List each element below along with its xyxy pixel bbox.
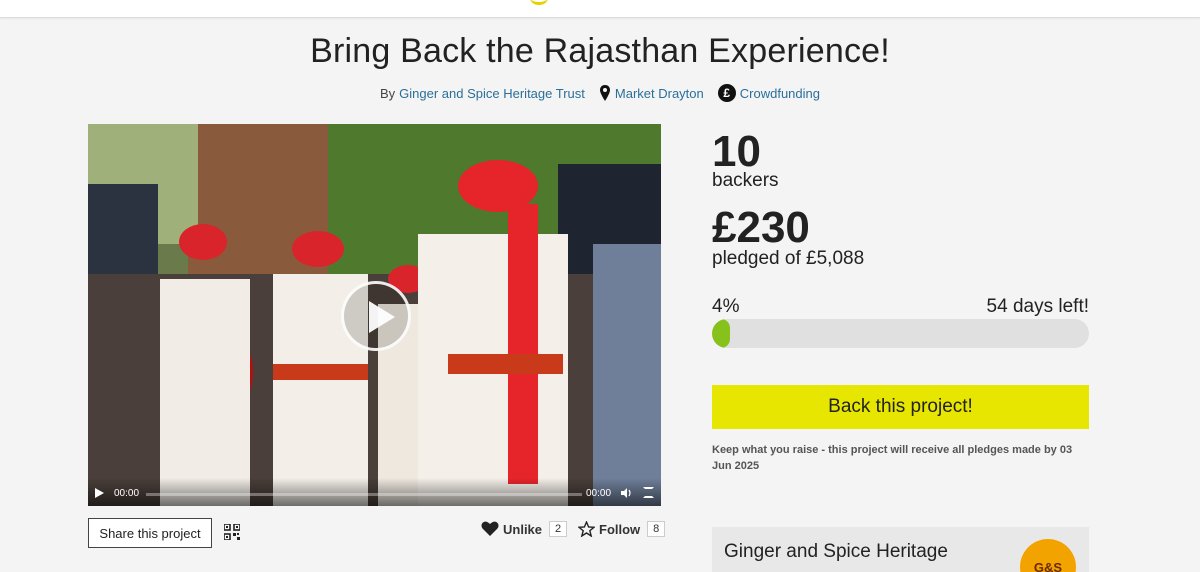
pound-icon: £ — [717, 84, 736, 102]
follow-count: 8 — [647, 521, 666, 537]
play-button[interactable] — [341, 281, 411, 351]
category-group: £ Crowdfunding — [717, 84, 820, 102]
unlike-label: Unlike — [503, 521, 543, 537]
backers-count: 10 — [712, 127, 761, 176]
creator-avatar[interactable]: G&S — [1020, 539, 1076, 572]
funding-progress-bar — [712, 319, 1089, 348]
volume-icon[interactable] — [620, 487, 632, 499]
share-project-button[interactable]: Share this project — [88, 518, 212, 548]
unlike-count: 2 — [549, 521, 568, 537]
funding-note: Keep what you raise - this project will … — [712, 444, 1073, 472]
top-navigation-bar — [0, 0, 1200, 18]
follow-action[interactable]: Follow 8 — [578, 521, 666, 537]
duration: 00:00 — [586, 488, 612, 499]
creator-card-name: Ginger and Spice Heritage — [724, 541, 948, 562]
funding-progress-fill — [712, 319, 730, 348]
star-icon — [578, 521, 595, 537]
follow-label: Follow — [599, 521, 641, 537]
project-title: Bring Back the Rajasthan Experience! — [310, 32, 890, 70]
by-prefix: By — [380, 85, 396, 101]
pledged-label: pledged of £5,088 — [712, 248, 865, 269]
map-pin-icon — [599, 85, 610, 101]
creator-link[interactable]: Ginger and Spice Heritage Trust — [399, 86, 585, 101]
heart-icon — [481, 521, 499, 536]
backers-label: backers — [712, 170, 779, 191]
site-logo[interactable] — [530, 0, 548, 5]
unlike-action[interactable]: Unlike 2 — [481, 521, 568, 537]
qr-code-icon[interactable] — [224, 524, 240, 540]
location-group: Market Drayton — [599, 84, 704, 102]
creator-card[interactable]: Ginger and Spice Heritage G&S — [712, 527, 1089, 572]
fullscreen-icon[interactable] — [643, 487, 654, 498]
seek-bar[interactable] — [146, 493, 582, 496]
funded-percent: 4% — [712, 296, 740, 317]
avatar-text: G&S — [1033, 559, 1063, 572]
play-icon[interactable] — [95, 488, 104, 498]
location-link[interactable]: Market Drayton — [615, 86, 704, 101]
back-project-button[interactable]: Back this project! — [712, 385, 1089, 429]
creator-group: By Ginger and Spice Heritage Trust — [380, 86, 585, 101]
days-left: 54 days left! — [986, 296, 1089, 317]
pledged-amount: £230 — [712, 203, 810, 252]
category-link[interactable]: Crowdfunding — [740, 86, 820, 101]
video-controls: 00:00 00:00 — [88, 478, 661, 506]
current-time: 00:00 — [114, 488, 140, 499]
project-byline: By Ginger and Spice Heritage Trust Marke… — [0, 84, 1200, 102]
